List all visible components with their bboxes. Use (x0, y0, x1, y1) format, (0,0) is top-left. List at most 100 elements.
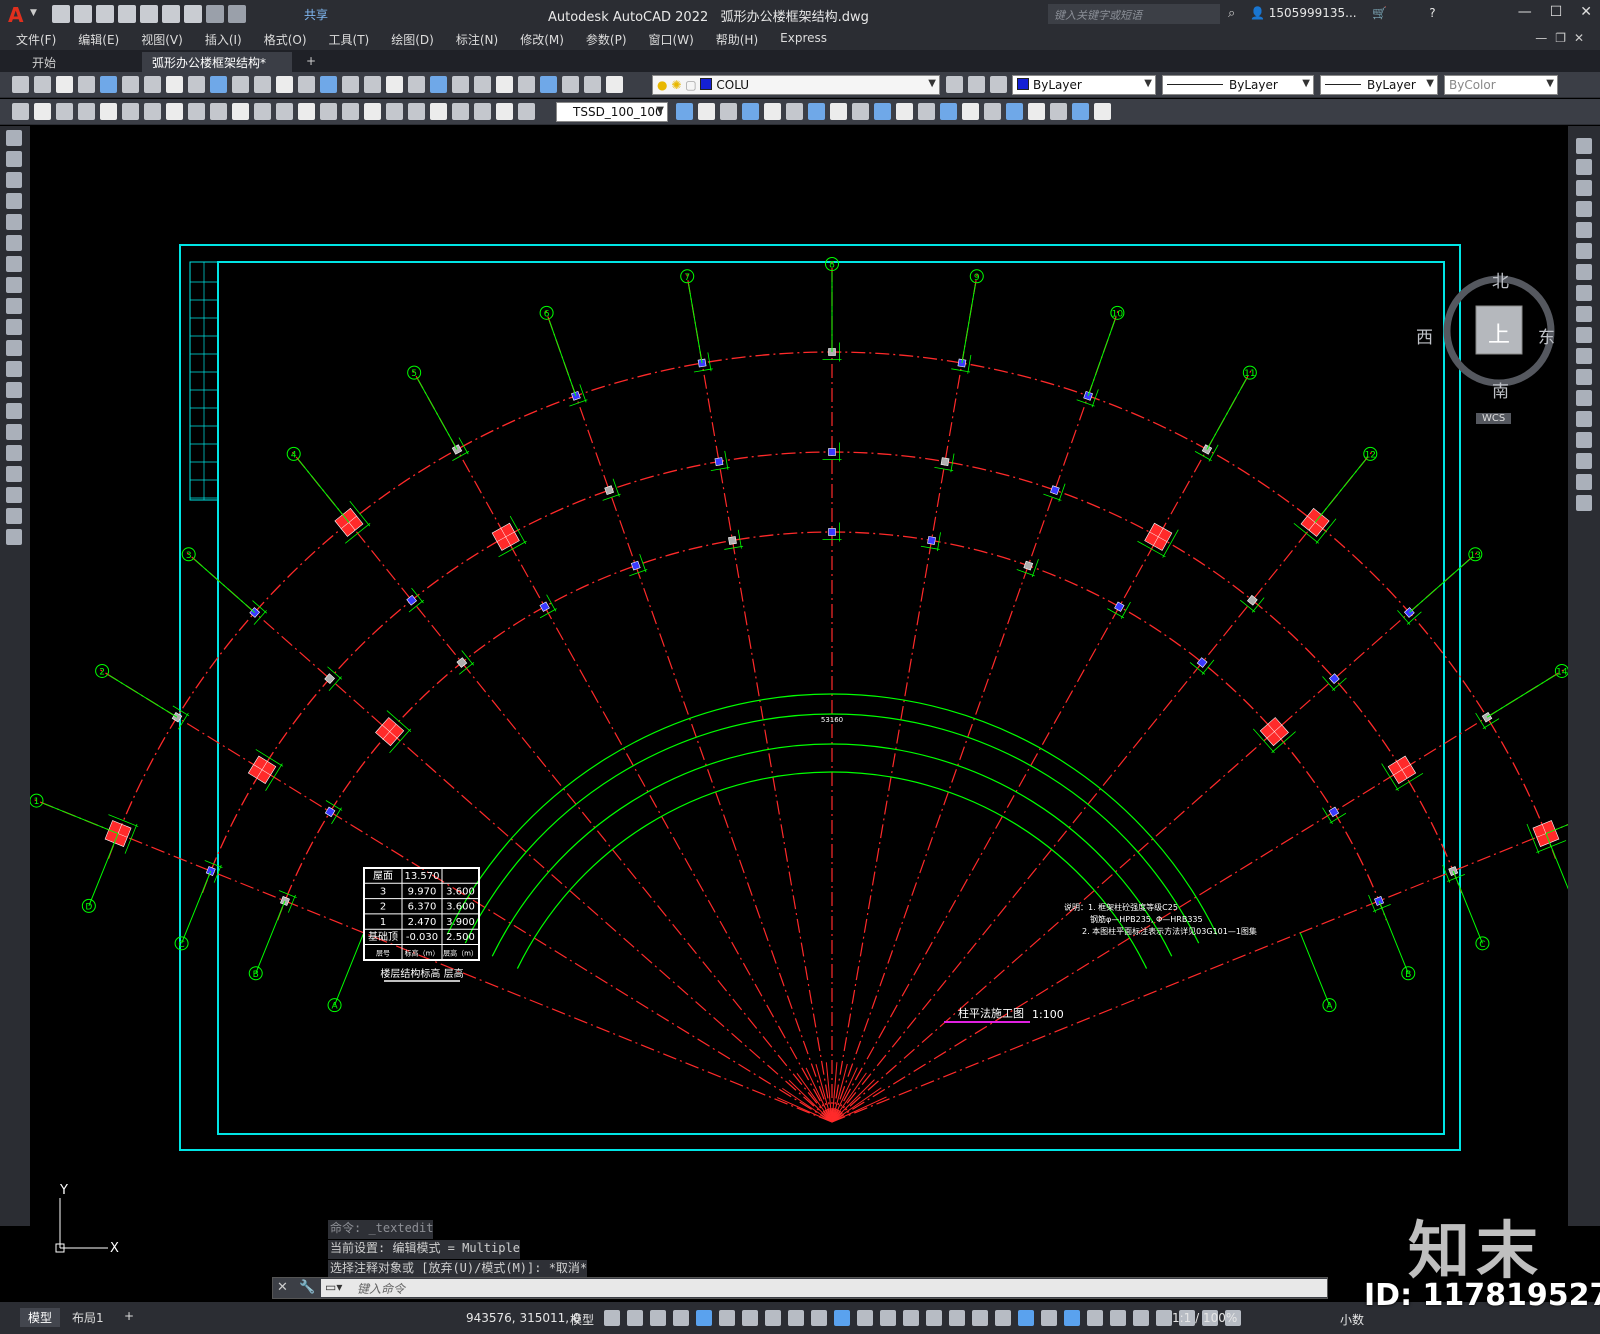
modify-tool-icon[interactable] (786, 103, 803, 120)
draw-tool-icon[interactable] (6, 487, 22, 503)
coordinate-readout[interactable]: 943576, 315011, 0 (466, 1311, 581, 1325)
dimension-tool-icon[interactable] (144, 103, 161, 120)
help-icon[interactable]: ? (1429, 6, 1435, 20)
command-input[interactable]: ▭▾ 键入命令 (321, 1279, 1327, 1297)
status-toggle-icon[interactable] (742, 1310, 758, 1326)
menu-item[interactable]: 绘图(D) (391, 31, 434, 48)
status-toggle-icon[interactable] (627, 1310, 643, 1326)
cart-icon[interactable]: 🛒 (1372, 6, 1387, 20)
tool-icon[interactable] (452, 76, 469, 93)
units-display[interactable]: 小数 (1340, 1311, 1364, 1328)
annotation-scale[interactable]: 1:1 / 100% (1172, 1311, 1237, 1325)
tool-icon[interactable] (12, 76, 29, 93)
maximize-icon[interactable]: ☐ (1550, 4, 1563, 20)
modify-tool-icon[interactable] (1576, 411, 1592, 427)
dimension-tool-icon[interactable] (298, 103, 315, 120)
viewcube[interactable]: 北 西 东 南 上 WCS (1416, 271, 1564, 431)
dimension-tool-icon[interactable] (232, 103, 249, 120)
tool-icon[interactable] (78, 76, 95, 93)
viewcube-west-label[interactable]: 西 (1416, 323, 1433, 348)
undo-icon[interactable] (206, 5, 224, 23)
modify-tool-icon[interactable] (1576, 201, 1592, 217)
dimension-tool-icon[interactable] (166, 103, 183, 120)
tab-start[interactable]: 开始 (22, 52, 66, 72)
dimstyle-dropdown[interactable]: TSSD_100_100 ▼ (556, 102, 668, 122)
draw-tool-icon[interactable] (6, 235, 22, 251)
tool-icon[interactable] (144, 76, 161, 93)
modify-tool-icon[interactable] (808, 103, 825, 120)
dimension-tool-icon[interactable] (122, 103, 139, 120)
status-toggle-icon[interactable] (880, 1310, 896, 1326)
draw-tool-icon[interactable] (6, 277, 22, 293)
modify-tool-icon[interactable] (742, 103, 759, 120)
modify-tool-icon[interactable] (676, 103, 693, 120)
draw-tool-icon[interactable] (6, 319, 22, 335)
modify-tool-icon[interactable] (962, 103, 979, 120)
search-input[interactable]: 键入关键字或短语 (1048, 4, 1220, 24)
tool-icon[interactable] (386, 76, 403, 93)
tool-icon[interactable] (364, 76, 381, 93)
modify-tool-icon[interactable] (1006, 103, 1023, 120)
new-icon[interactable] (52, 5, 70, 23)
tool-icon[interactable] (232, 76, 249, 93)
status-toggle-icon[interactable] (1110, 1310, 1126, 1326)
dimension-tool-icon[interactable] (56, 103, 73, 120)
save-web-icon[interactable] (162, 5, 180, 23)
tab-model[interactable]: 模型 (20, 1308, 61, 1327)
modify-tool-icon[interactable] (1576, 432, 1592, 448)
open-web-icon[interactable] (140, 5, 158, 23)
status-toggle-icon[interactable] (926, 1310, 942, 1326)
status-toggle-icon[interactable] (1064, 1310, 1080, 1326)
status-toggle-icon[interactable] (949, 1310, 965, 1326)
modify-tool-icon[interactable] (1576, 474, 1592, 490)
menu-item[interactable]: 参数(P) (586, 31, 627, 48)
draw-tool-icon[interactable] (6, 403, 22, 419)
layer-dropdown[interactable]: ● ✺ ▢ COLU ▼ (652, 75, 940, 95)
draw-tool-icon[interactable] (6, 214, 22, 230)
close-icon[interactable]: ✕ (277, 1280, 288, 1295)
draw-tool-icon[interactable] (6, 361, 22, 377)
draw-tool-icon[interactable] (6, 193, 22, 209)
menu-item[interactable]: 视图(V) (141, 31, 183, 48)
modify-tool-icon[interactable] (1576, 306, 1592, 322)
draw-tool-icon[interactable] (6, 445, 22, 461)
menu-item[interactable]: 格式(O) (264, 31, 307, 48)
status-toggle-icon[interactable] (1133, 1310, 1149, 1326)
menu-item[interactable]: 文件(F) (16, 31, 56, 48)
menu-item[interactable]: 帮助(H) (716, 31, 758, 48)
status-toggle-icon[interactable] (834, 1310, 850, 1326)
match-layer-icon[interactable] (968, 76, 985, 93)
model-space-button[interactable]: 模型 (570, 1311, 594, 1328)
modify-tool-icon[interactable] (1576, 348, 1592, 364)
dimension-tool-icon[interactable] (474, 103, 491, 120)
modify-tool-icon[interactable] (1094, 103, 1111, 120)
dimension-tool-icon[interactable] (364, 103, 381, 120)
menu-item[interactable]: 插入(I) (205, 31, 242, 48)
dimension-tool-icon[interactable] (276, 103, 293, 120)
modify-tool-icon[interactable] (852, 103, 869, 120)
tool-icon[interactable] (298, 76, 315, 93)
menu-item[interactable]: 工具(T) (329, 31, 370, 48)
dimension-tool-icon[interactable] (78, 103, 95, 120)
status-toggle-icon[interactable] (673, 1310, 689, 1326)
viewcube-south-label[interactable]: 南 (1492, 377, 1509, 402)
modify-tool-icon[interactable] (1028, 103, 1045, 120)
tool-icon[interactable] (276, 76, 293, 93)
search-icon[interactable]: ⌕ (1228, 6, 1235, 21)
dimension-tool-icon[interactable] (254, 103, 271, 120)
user-account[interactable]: 👤 1505999135... 🛒 ? (1250, 6, 1436, 20)
open-icon[interactable] (74, 5, 92, 23)
mdi-window-controls[interactable]: —❐✕ (1535, 31, 1592, 45)
tool-icon[interactable] (562, 76, 579, 93)
status-toggle-icon[interactable] (811, 1310, 827, 1326)
modify-tool-icon[interactable] (1576, 390, 1592, 406)
layer-previous-icon[interactable] (990, 76, 1007, 93)
status-toggle-icon[interactable] (788, 1310, 804, 1326)
draw-tool-icon[interactable] (6, 298, 22, 314)
tab-layout1[interactable]: 布局1 (64, 1308, 112, 1327)
modify-tool-icon[interactable] (1072, 103, 1089, 120)
draw-tool-icon[interactable] (6, 130, 22, 146)
tool-icon[interactable] (100, 76, 117, 93)
modify-tool-icon[interactable] (1050, 103, 1067, 120)
tool-icon[interactable] (56, 76, 73, 93)
